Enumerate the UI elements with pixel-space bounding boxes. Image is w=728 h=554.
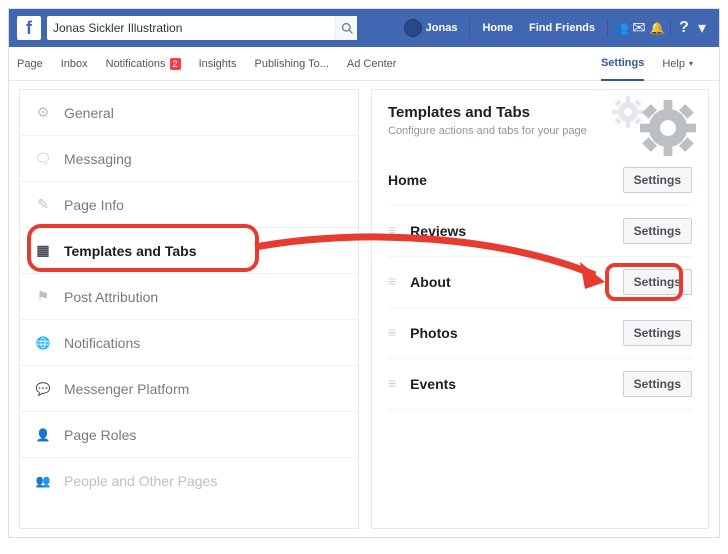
tab-help[interactable]: Help ▾ [662, 58, 693, 70]
tab-publishing[interactable]: Publishing To... [254, 58, 328, 70]
tab-label: Home [388, 172, 427, 188]
tab-row-home: Home Settings [388, 155, 692, 206]
tab-notifications[interactable]: Notifications 2 [106, 58, 181, 70]
user-name: Jonas [426, 22, 458, 34]
tab-row-photos[interactable]: ≡ Photos Settings [388, 308, 692, 359]
tab-inbox[interactable]: Inbox [61, 58, 88, 70]
sidebar-item-label: Messenger Platform [64, 381, 189, 397]
notifications-icon[interactable] [648, 19, 666, 37]
tab-notifications-label: Notifications [106, 58, 166, 70]
tab-label: Events [410, 376, 456, 392]
sidebar-item-general[interactable]: General [20, 90, 358, 136]
settings-sidebar: General Messaging Page Info Templates an… [19, 89, 359, 529]
tab-row-events[interactable]: ≡ Events Settings [388, 359, 692, 410]
sidebar-item-page-roles[interactable]: Page Roles [20, 412, 358, 458]
people-icon [34, 472, 52, 490]
notifications-badge: 2 [170, 58, 181, 70]
account-menu-icon[interactable] [693, 19, 711, 37]
sidebar-item-label: Page Roles [64, 427, 136, 443]
sidebar-item-messenger-platform[interactable]: Messenger Platform [20, 366, 358, 412]
tab-row-about[interactable]: ≡ About Settings [388, 257, 692, 308]
tab-label: Photos [410, 325, 457, 341]
globe-icon [34, 334, 52, 352]
pencil-icon [34, 196, 52, 214]
divider [670, 19, 671, 37]
tab-ad-center[interactable]: Ad Center [347, 58, 397, 70]
avatar-icon [404, 19, 422, 37]
facebook-logo-icon[interactable]: f [17, 16, 41, 40]
drag-handle-icon[interactable]: ≡ [388, 277, 396, 287]
person-icon [34, 426, 52, 444]
divider [469, 19, 470, 37]
flag-icon [34, 288, 52, 306]
profile-link[interactable]: Jonas [404, 19, 458, 37]
settings-button-reviews[interactable]: Settings [623, 218, 692, 244]
tab-insights[interactable]: Insights [199, 58, 237, 70]
search-input[interactable]: Jonas Sickler Illustration [47, 16, 357, 40]
messenger-icon [34, 380, 52, 398]
search-icon[interactable] [335, 16, 357, 40]
tab-help-label: Help [662, 58, 685, 70]
messages-icon[interactable] [630, 19, 648, 37]
gear-large-icon [640, 100, 696, 156]
sidebar-item-post-attribution[interactable]: Post Attribution [20, 274, 358, 320]
content: General Messaging Page Info Templates an… [9, 81, 719, 537]
find-friends-link[interactable]: Find Friends [529, 22, 595, 34]
settings-button-about[interactable]: Settings [623, 269, 692, 295]
drag-handle-icon[interactable]: ≡ [388, 328, 396, 338]
sidebar-item-label: Post Attribution [64, 289, 158, 305]
tab-label: Reviews [410, 223, 466, 239]
search-value: Jonas Sickler Illustration [53, 21, 335, 35]
settings-button-events[interactable]: Settings [623, 371, 692, 397]
grid-icon [34, 242, 52, 260]
sidebar-item-label: General [64, 105, 114, 121]
divider [607, 19, 608, 37]
tab-settings[interactable]: Settings [601, 47, 644, 81]
friend-requests-icon[interactable] [612, 19, 630, 37]
tab-page[interactable]: Page [17, 58, 43, 70]
tab-row-reviews[interactable]: ≡ Reviews Settings [388, 206, 692, 257]
drag-handle-icon[interactable]: ≡ [388, 379, 396, 389]
sidebar-item-people-pages[interactable]: People and Other Pages [20, 458, 358, 504]
gear-icon [34, 104, 52, 122]
sidebar-item-page-info[interactable]: Page Info [20, 182, 358, 228]
sidebar-item-label: Page Info [64, 197, 124, 213]
settings-button-photos[interactable]: Settings [623, 320, 692, 346]
sidebar-item-label: People and Other Pages [64, 473, 217, 489]
templates-tabs-panel: Templates and Tabs Configure actions and… [371, 89, 709, 529]
home-link[interactable]: Home [482, 22, 513, 34]
drag-handle-icon[interactable]: ≡ [388, 226, 396, 236]
sidebar-item-notifications[interactable]: Notifications [20, 320, 358, 366]
sidebar-item-label: Templates and Tabs [64, 243, 197, 259]
sidebar-item-label: Messaging [64, 151, 132, 167]
page-tabs: Page Inbox Notifications 2 Insights Publ… [9, 47, 719, 81]
topbar: f Jonas Sickler Illustration Jonas Home … [9, 9, 719, 47]
settings-button-home[interactable]: Settings [623, 167, 692, 193]
sidebar-item-messaging[interactable]: Messaging [20, 136, 358, 182]
messaging-icon [34, 150, 52, 168]
sidebar-item-templates-tabs[interactable]: Templates and Tabs [20, 228, 358, 274]
help-icon[interactable] [675, 19, 693, 37]
sidebar-item-label: Notifications [64, 335, 140, 351]
tab-label: About [410, 274, 450, 290]
